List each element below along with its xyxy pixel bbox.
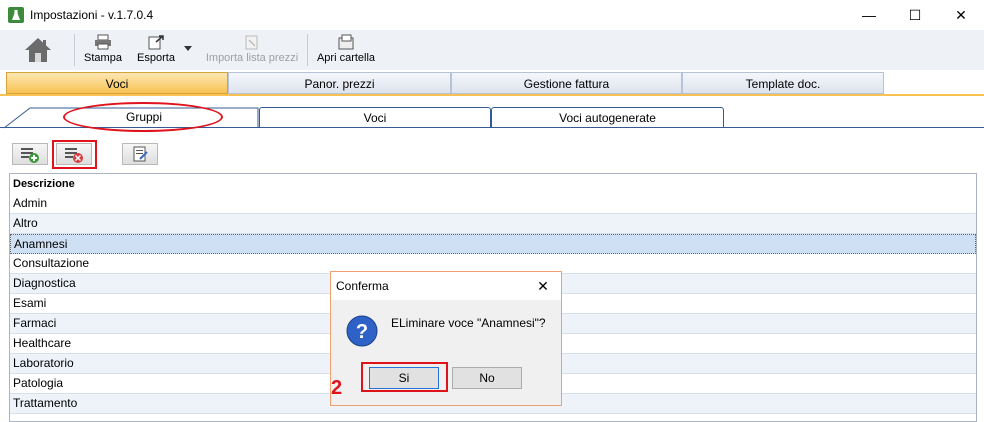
- dialog-title: Conferma: [336, 279, 389, 293]
- apri-cartella-button[interactable]: Apri cartella: [314, 30, 378, 70]
- subtab-voci-autogenerate[interactable]: Voci autogenerate: [491, 107, 724, 128]
- esporta-button[interactable]: Esporta: [132, 30, 180, 70]
- tab-template-doc[interactable]: Template doc.: [682, 72, 884, 94]
- edit-group-button[interactable]: [122, 143, 158, 165]
- subtab-voci[interactable]: Voci: [259, 107, 491, 128]
- title-bar: Impostazioni - v.1.7.0.4 — ☐ ✕: [0, 0, 984, 30]
- app-icon: [8, 7, 24, 23]
- edit-icon: [133, 146, 148, 162]
- toolbar-separator: [307, 34, 308, 66]
- question-icon: ?: [346, 315, 378, 347]
- folder-icon: [338, 34, 354, 50]
- esporta-label: Esporta: [137, 52, 175, 64]
- tab-gestione-fattura[interactable]: Gestione fattura: [451, 72, 682, 94]
- home-icon: [25, 38, 51, 62]
- window-title: Impostazioni - v.1.7.0.4: [30, 8, 154, 22]
- annotation-box-1: [52, 140, 97, 169]
- esporta-dropdown-arrow-icon[interactable]: [184, 46, 192, 51]
- table-row[interactable]: Admin: [10, 194, 976, 214]
- importa-label: Importa lista prezzi: [205, 52, 299, 64]
- table-row-selected[interactable]: Anamnesi: [10, 234, 976, 254]
- dialog-title-bar: Conferma ✕: [331, 272, 561, 300]
- tab-voci[interactable]: Voci: [6, 72, 228, 94]
- annotation-number-2: 2: [331, 377, 343, 399]
- dialog-close-icon[interactable]: ✕: [531, 276, 555, 296]
- home-button[interactable]: [18, 30, 58, 70]
- column-header-descrizione[interactable]: Descrizione: [10, 174, 976, 193]
- dialog-message: ELiminare voce "Anamnesi"?: [391, 316, 546, 330]
- annotation-box-2: [361, 362, 448, 392]
- importa-lista-prezzi-button[interactable]: Importa lista prezzi: [204, 30, 300, 70]
- toolbar-separator: [74, 34, 75, 66]
- tab-panor-prezzi[interactable]: Panor. prezzi: [228, 72, 451, 94]
- minimize-button[interactable]: —: [846, 0, 892, 30]
- printer-icon: [95, 34, 111, 50]
- main-tab-underline: [0, 94, 984, 96]
- apri-cartella-label: Apri cartella: [316, 52, 376, 64]
- stampa-label: Stampa: [84, 52, 122, 64]
- close-button[interactable]: ✕: [938, 0, 984, 30]
- export-icon: [148, 35, 164, 50]
- maximize-button[interactable]: ☐: [892, 0, 938, 30]
- import-icon: [245, 35, 258, 50]
- stampa-button[interactable]: Stampa: [80, 30, 126, 70]
- svg-text:?: ?: [356, 321, 368, 343]
- toolbar: Stampa Esporta Importa lista prezzi Apri…: [0, 30, 984, 70]
- add-group-button[interactable]: [12, 143, 48, 165]
- add-icon: [21, 148, 39, 163]
- table-row[interactable]: Altro: [10, 214, 976, 234]
- no-button[interactable]: No: [452, 367, 522, 389]
- annotation-oval: [63, 102, 223, 132]
